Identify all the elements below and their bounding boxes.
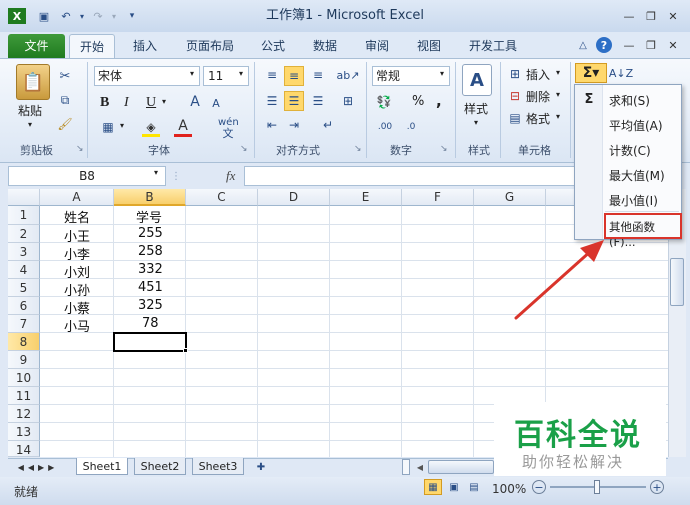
watermark-subtitle: 助你轻松解决: [522, 453, 625, 471]
watermark-title: 百科全说: [514, 418, 642, 453]
